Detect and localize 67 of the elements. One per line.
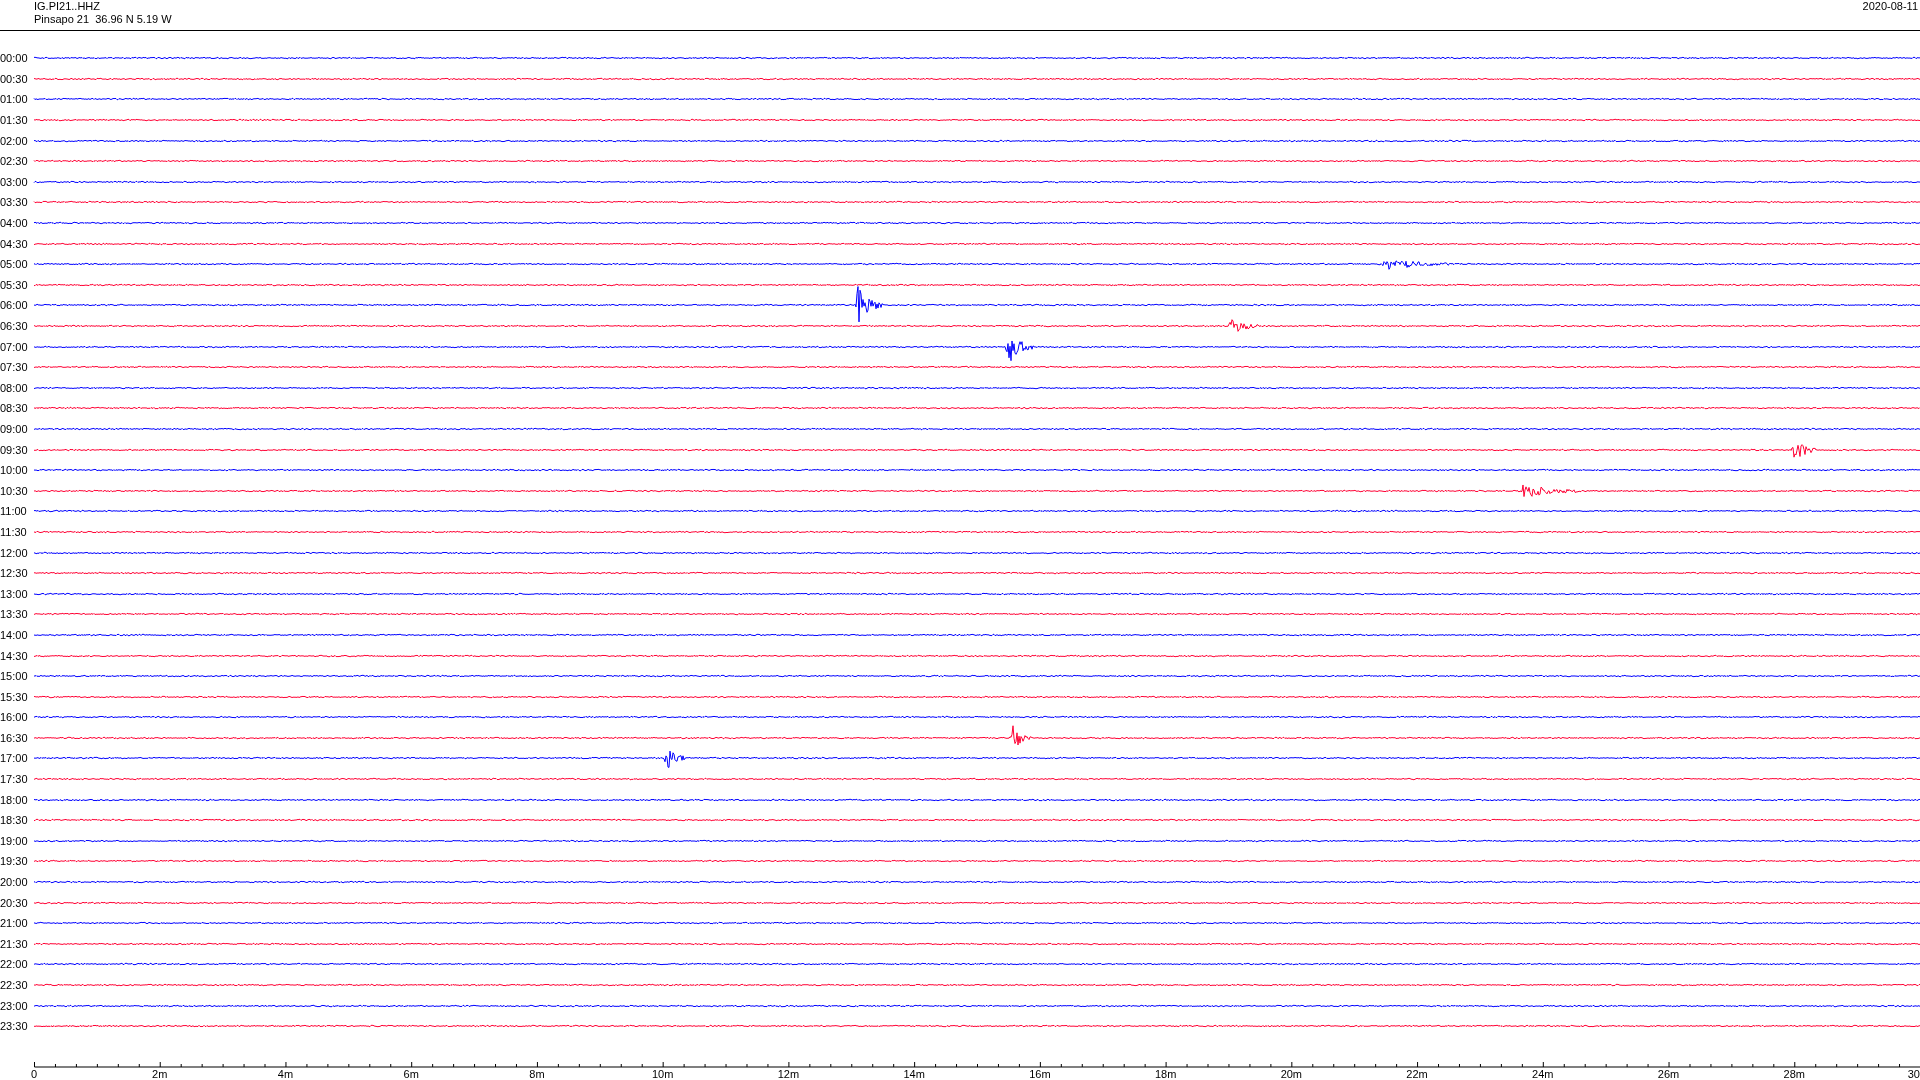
row-time-label: 20:30 [0,896,29,909]
axis-tick-label: 22m [1406,1067,1428,1080]
row-time-label: 19:00 [0,834,29,847]
axis-tick-label: 4m [277,1067,294,1080]
row-time-label: 17:00 [0,752,29,765]
row-time-label: 15:00 [0,670,29,683]
row-time-label: 19:30 [0,855,29,868]
row-time-label: 07:30 [0,361,29,374]
row-time-label: 18:00 [0,793,29,806]
row-time-label: 10:30 [0,484,29,497]
station-location: Pinsapo 21 36.96 N 5.19 W [34,13,172,26]
row-time-label: 10:00 [0,464,29,477]
row-time-label: 14:30 [0,649,29,662]
row-time-label: 11:00 [0,505,28,518]
axis-tick-label: 30 [1907,1067,1920,1080]
row-time-label: 22:00 [0,958,29,971]
axis-tick-label: 24m [1532,1067,1554,1080]
axis-tick-label: 14m [903,1067,925,1080]
axis-tick-label: 26m [1657,1067,1680,1080]
row-time-label: 01:00 [0,93,29,106]
row-time-label: 04:00 [0,217,29,230]
row-time-label: 20:00 [0,876,29,889]
row-time-label: 03:00 [0,175,29,188]
axis-tick-label: 10m [651,1067,674,1080]
axis-tick-label: 6m [403,1067,419,1080]
row-time-label: 13:30 [0,608,29,621]
row-time-label: 09:00 [0,423,29,435]
axis-tick-label: 8m [529,1067,545,1080]
row-time-label: 14:00 [0,628,29,641]
row-time-label: 13:00 [0,587,29,600]
row-time-label: 11:30 [0,525,28,538]
row-time-label: 16:00 [0,711,29,724]
row-time-label: 04:30 [0,237,29,250]
row-time-label: 21:30 [0,937,29,950]
axis-tick-label: 0 [30,1067,38,1080]
row-time-label: 05:00 [0,258,29,271]
row-time-label: 01:30 [0,114,29,127]
row-time-label: 17:30 [0,773,29,786]
row-time-label: 23:00 [0,999,29,1012]
axis-tick-label: 20m [1280,1067,1303,1080]
row-time-label: 08:00 [0,381,29,394]
row-time-label: 12:00 [0,546,29,559]
row-time-label: 21:00 [0,917,29,930]
row-time-label: 06:30 [0,320,29,332]
row-time-label: 09:30 [0,443,29,456]
axis-tick-label: 2m [152,1067,168,1080]
plot-date: 2020-08-11 [1862,0,1918,14]
row-time-label: 02:30 [0,155,29,168]
row-time-label: 12:30 [0,567,29,580]
axis-tick-label: 28m [1783,1067,1805,1080]
row-time-label: 23:30 [0,1020,29,1033]
station-code: IG.PI21..HHZ [34,0,102,13]
row-time-label: 05:30 [0,278,29,291]
row-time-label: 06:00 [0,299,29,312]
row-time-label: 22:30 [0,979,29,991]
row-time-label: 07:00 [0,340,29,353]
row-time-label: 18:30 [0,814,29,827]
row-time-label: 16:30 [0,731,29,744]
row-time-label: 00:30 [0,72,29,85]
row-time-label: 15:30 [0,690,29,703]
row-time-label: 03:30 [0,196,29,209]
axis-tick-label: 18m [1154,1067,1177,1080]
row-time-label: 08:30 [0,402,29,415]
row-time-label: 02:00 [0,134,29,147]
axis-tick-label: 12m [777,1067,800,1080]
row-time-label: 00:00 [0,52,29,65]
axis-tick-label: 16m [1029,1067,1051,1080]
